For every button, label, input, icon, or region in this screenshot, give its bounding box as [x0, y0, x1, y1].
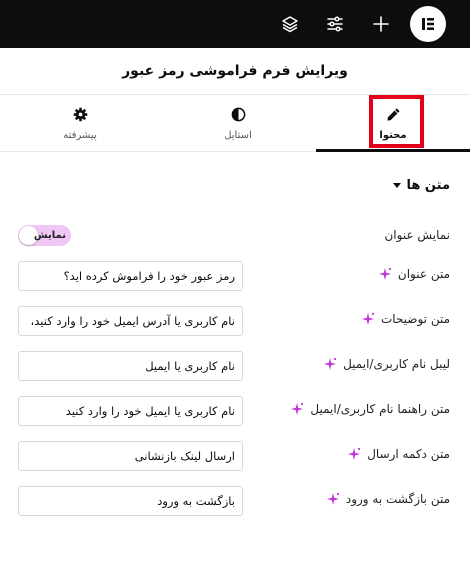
- plus-icon[interactable]: [366, 9, 396, 39]
- page-title: ویرایش فرم فراموشی رمز عبور: [0, 48, 470, 95]
- section-title: متن ها: [406, 178, 450, 193]
- submit-text-label: متن دکمه ارسال: [347, 447, 450, 461]
- username-hint-input[interactable]: [19, 397, 242, 425]
- back-text-label-text: متن بازگشت به ورود: [345, 492, 450, 506]
- username-hint-label-text: متن راهنما نام کاربری/ایمیل: [310, 402, 450, 416]
- elementor-logo[interactable]: [410, 6, 446, 42]
- description-field[interactable]: [18, 306, 243, 336]
- settings-sliders-icon[interactable]: [320, 9, 350, 39]
- tab-advanced[interactable]: پیشرفته: [0, 95, 160, 152]
- tab-style-label: استایل: [224, 129, 252, 141]
- ai-sparkle-icon[interactable]: [378, 267, 392, 281]
- submit-text-field[interactable]: [18, 441, 243, 471]
- show-title-label-text: نمایش عنوان: [384, 228, 450, 242]
- username-hint-field[interactable]: [18, 396, 243, 426]
- title-text-label-text: متن عنوان: [397, 267, 450, 281]
- gear-icon: [73, 107, 88, 125]
- tab-advanced-label: پیشرفته: [63, 129, 97, 141]
- show-title-label: نمایش عنوان: [384, 228, 450, 242]
- show-title-toggle[interactable]: نمایش: [18, 225, 71, 246]
- section-header-texts[interactable]: متن ها: [392, 178, 450, 193]
- contrast-icon: [231, 107, 246, 125]
- caret-down-icon: [392, 183, 401, 188]
- back-text-label: متن بازگشت به ورود: [326, 492, 450, 506]
- ai-sparkle-icon[interactable]: [361, 312, 375, 326]
- username-hint-label: متن راهنما نام کاربری/ایمیل: [290, 402, 450, 416]
- back-text-input[interactable]: [19, 487, 242, 515]
- title-text-label: متن عنوان: [378, 267, 450, 281]
- ai-sparkle-icon[interactable]: [290, 402, 304, 416]
- highlight-annotation: [369, 95, 424, 148]
- toggle-label: نمایش: [33, 230, 66, 241]
- username-label-label-text: لیبل نام کاربری/ایمیل: [343, 357, 450, 371]
- title-text-input[interactable]: [19, 262, 242, 290]
- ai-sparkle-icon[interactable]: [323, 357, 337, 371]
- layers-icon[interactable]: [275, 9, 305, 39]
- description-label: متن توضیحات: [361, 312, 450, 326]
- username-label-label: لیبل نام کاربری/ایمیل: [323, 357, 450, 371]
- username-label-input[interactable]: [19, 352, 242, 380]
- back-text-field[interactable]: [18, 486, 243, 516]
- ai-sparkle-icon[interactable]: [347, 447, 361, 461]
- tab-style[interactable]: استایل: [160, 95, 316, 152]
- title-text-field[interactable]: [18, 261, 243, 291]
- submit-text-input[interactable]: [19, 442, 242, 470]
- ai-sparkle-icon[interactable]: [326, 492, 340, 506]
- active-tab-indicator: [316, 149, 470, 152]
- username-label-field[interactable]: [18, 351, 243, 381]
- submit-text-label-text: متن دکمه ارسال: [367, 447, 450, 461]
- description-input[interactable]: [19, 307, 242, 335]
- description-label-text: متن توضیحات: [380, 312, 450, 326]
- top-bar: [0, 0, 470, 48]
